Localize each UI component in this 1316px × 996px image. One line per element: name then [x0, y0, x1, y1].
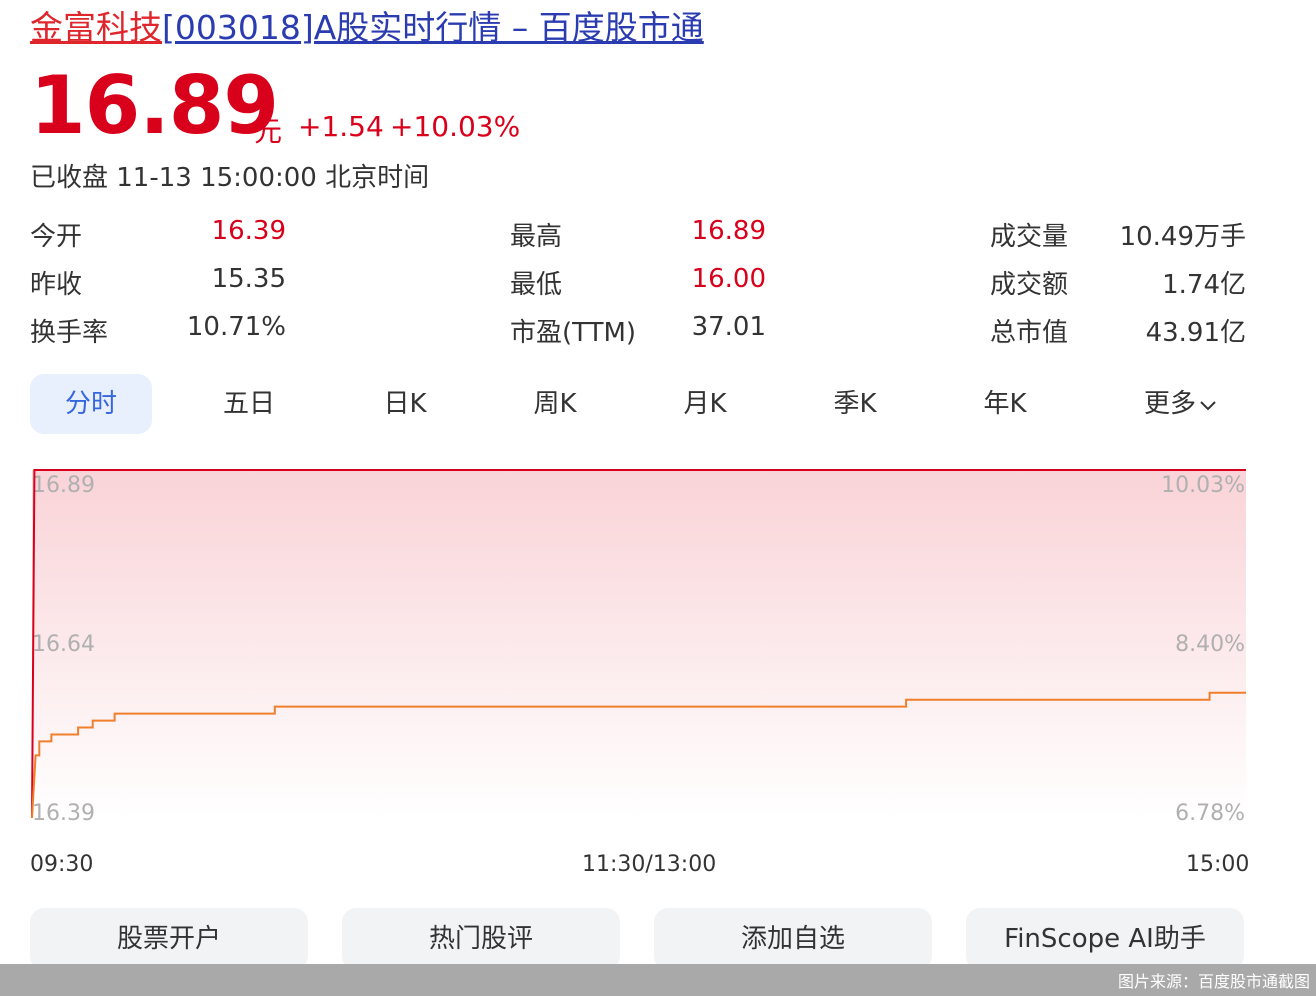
- y-right-tick-label: 6.78%: [1175, 801, 1245, 826]
- stat-label: 今开: [30, 222, 83, 252]
- price-area-fill: [32, 470, 1246, 818]
- stat-label: 换手率: [30, 318, 109, 348]
- y-left-tick-label: 16.89: [32, 473, 95, 498]
- chart-period-tabs: 分时 五日 日K 周K 月K 季K 年K 更多: [30, 374, 1246, 434]
- stat-label: 最低: [510, 270, 563, 300]
- stat-value: 15.35: [211, 264, 286, 294]
- y-right-tick-label: 10.03%: [1161, 473, 1245, 498]
- stat-value: 10.49万手: [1119, 222, 1246, 252]
- x-tick-label: 15:00: [1186, 852, 1250, 877]
- tab-quarterly-k[interactable]: 季K: [796, 374, 914, 434]
- market-status: 已收盘 11-13 15:00:00 北京时间: [30, 163, 430, 193]
- add-watchlist-button[interactable]: 添加自选: [654, 908, 932, 970]
- stat-label: 成交额: [990, 270, 1069, 300]
- hot-comments-button[interactable]: 热门股评: [342, 908, 620, 970]
- open-account-button[interactable]: 股票开户: [30, 908, 308, 970]
- y-left-tick-label: 16.39: [32, 801, 95, 826]
- tab-yearly-k[interactable]: 年K: [946, 374, 1064, 434]
- stat-value: 43.91亿: [1145, 318, 1246, 348]
- price-change-percent: +10.03%: [390, 110, 521, 143]
- x-tick-label: 11:30/13:00: [582, 852, 717, 877]
- intraday-chart[interactable]: 16.89 16.64 16.39 10.03% 8.40% 6.78%: [0, 440, 1316, 890]
- tab-weekly-k[interactable]: 周K: [496, 374, 614, 434]
- y-right-tick-label: 8.40%: [1175, 632, 1245, 657]
- chevron-down-icon: [1196, 389, 1218, 419]
- stat-label: 总市值: [990, 318, 1069, 348]
- stat-label: 昨收: [30, 270, 83, 300]
- tab-more-label: 更多: [1143, 389, 1196, 419]
- price-unit: 元: [254, 115, 283, 148]
- footer-bar: 图片来源：百度股市通截图: [0, 964, 1316, 996]
- stat-label: 最高: [510, 222, 563, 252]
- stock-name-link[interactable]: 金富科技: [30, 8, 162, 47]
- tab-five-day[interactable]: 五日: [190, 374, 308, 434]
- stat-value: 10.71%: [186, 312, 286, 342]
- ai-assistant-button[interactable]: FinScope AI助手: [966, 908, 1244, 970]
- stat-value: 37.01: [691, 312, 766, 342]
- stat-value: 1.74亿: [1162, 270, 1246, 300]
- page-title[interactable]: 金富科技[003018]A股实时行情 – 百度股市通: [30, 6, 704, 50]
- x-tick-label: 09:30: [30, 852, 94, 877]
- stat-value: 16.39: [211, 216, 286, 246]
- y-left-tick-label: 16.64: [32, 632, 95, 657]
- stat-value: 16.89: [691, 216, 766, 246]
- stat-label: 成交量: [990, 222, 1069, 252]
- title-link[interactable]: [003018]A股实时行情 – 百度股市通: [162, 8, 704, 47]
- tab-daily-k[interactable]: 日K: [346, 374, 464, 434]
- tab-monthly-k[interactable]: 月K: [646, 374, 764, 434]
- price-change: +1.54: [298, 110, 384, 143]
- current-price: 16.89: [30, 59, 279, 152]
- stat-value: 16.00: [691, 264, 766, 294]
- image-source-caption: 图片来源：百度股市通截图: [1117, 972, 1310, 991]
- tab-intraday[interactable]: 分时: [30, 374, 152, 434]
- tab-more[interactable]: 更多: [1116, 374, 1246, 434]
